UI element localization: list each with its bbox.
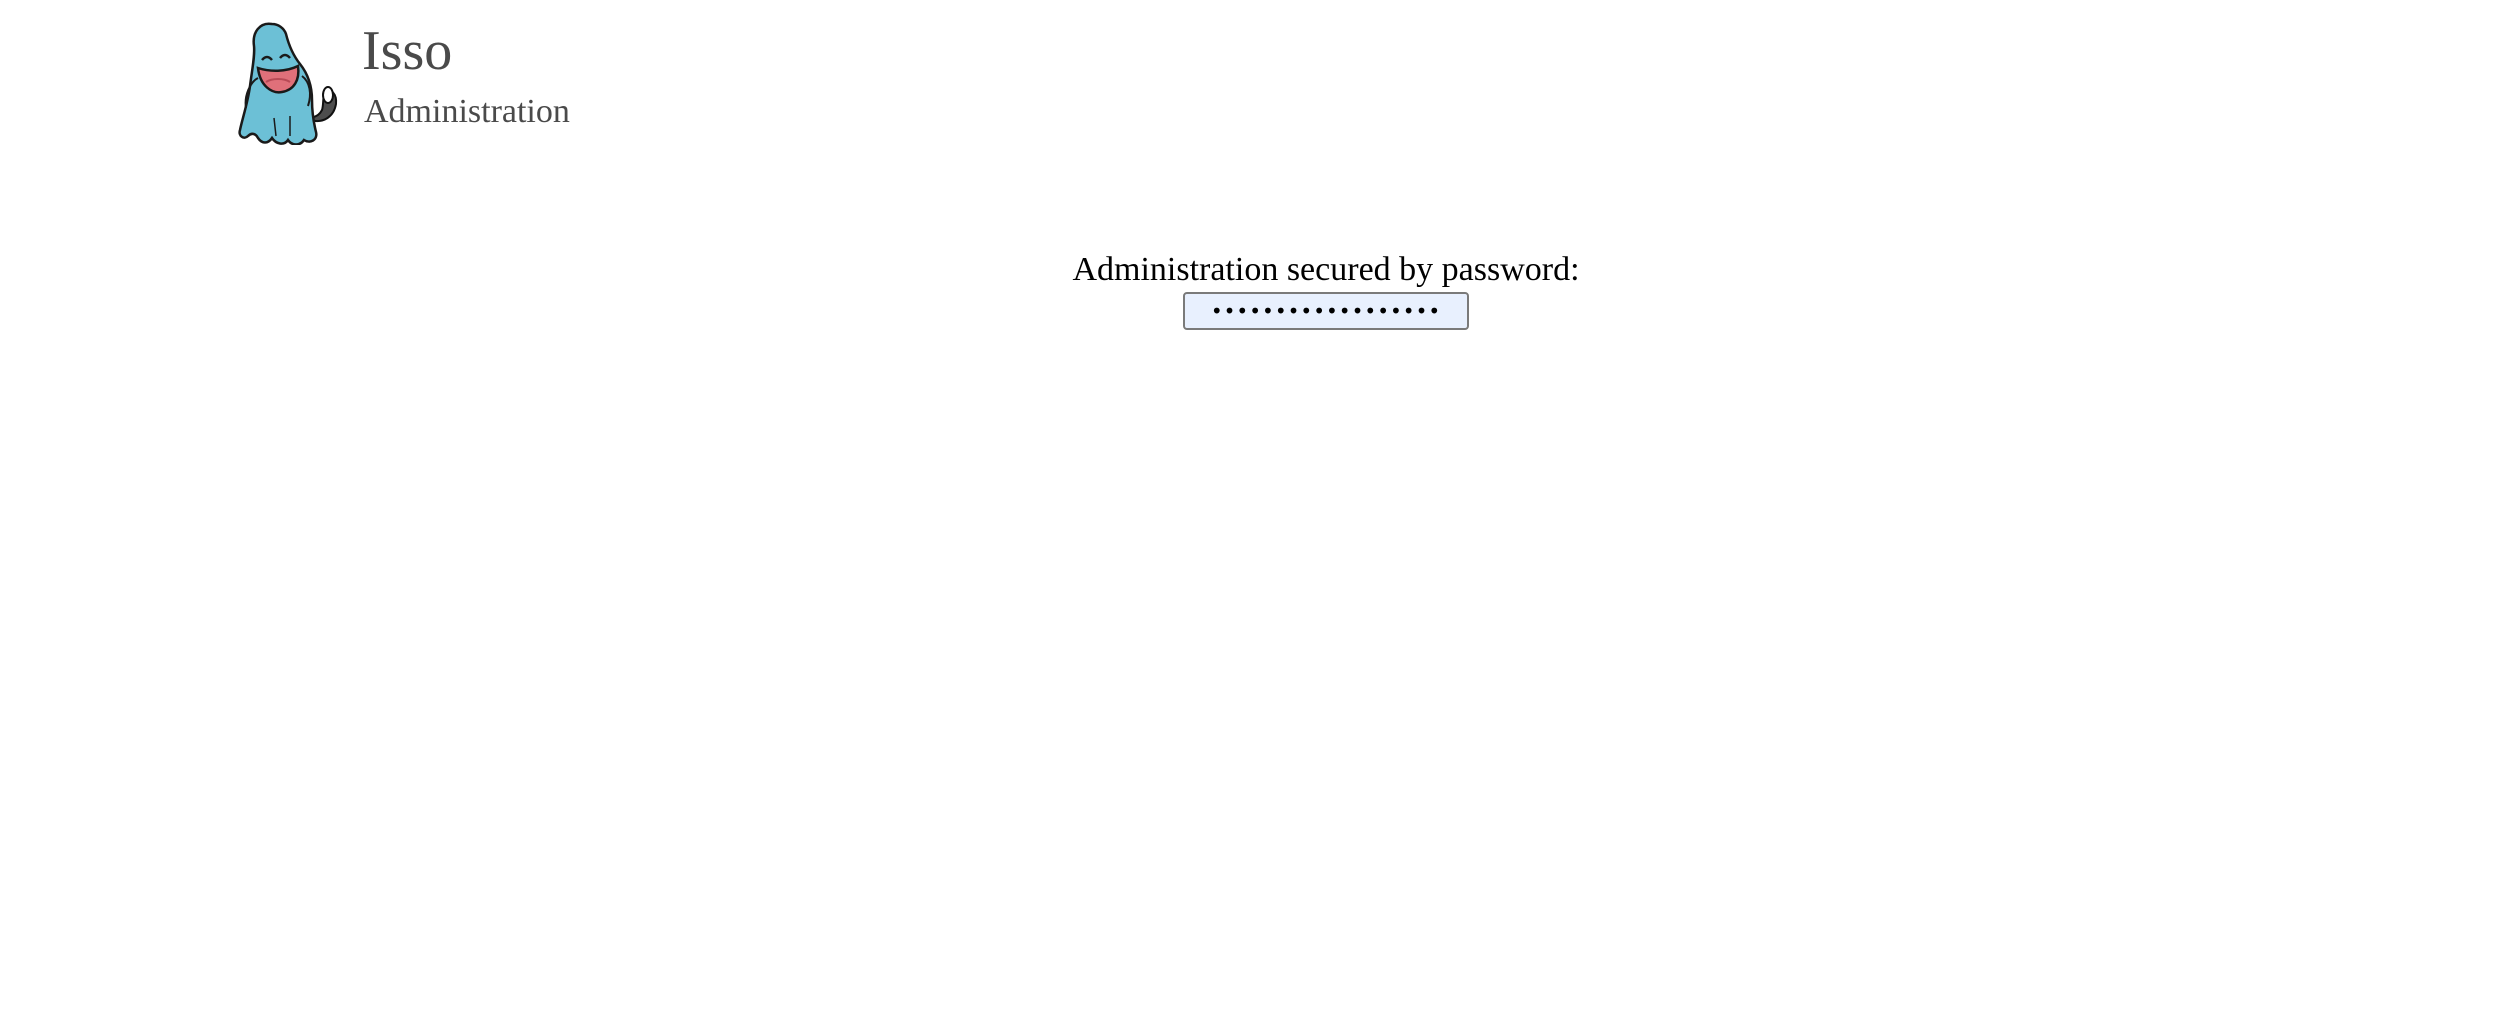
password-label: Administration secured by password: <box>1072 251 1580 288</box>
app-title: Isso <box>362 20 453 82</box>
app-subtitle: Administration <box>364 93 570 130</box>
login-form: Administration secured by password: <box>0 250 2510 330</box>
header: Isso Administration <box>238 20 738 150</box>
password-input[interactable] <box>1183 292 1469 330</box>
wobbuffet-mascot-icon <box>238 22 338 145</box>
